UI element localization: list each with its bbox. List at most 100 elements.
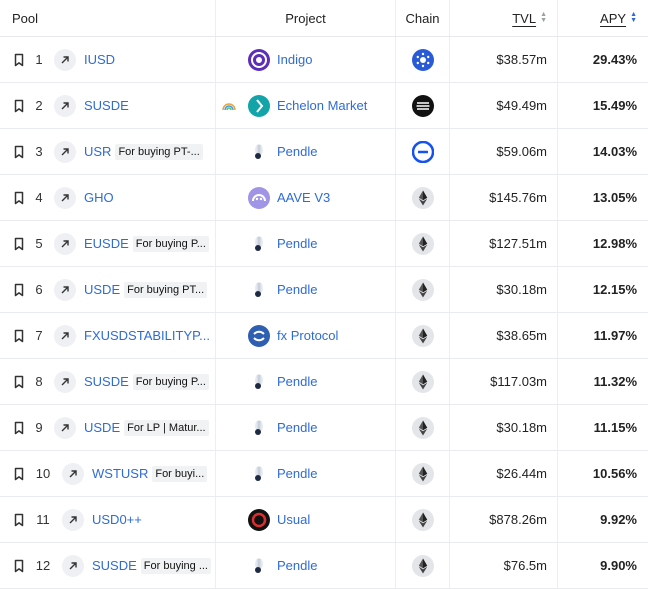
- external-arrow-icon[interactable]: [54, 416, 76, 439]
- sort-arrows-icon[interactable]: ▲ ▼: [540, 11, 547, 24]
- apy-value: 9.90%: [600, 558, 637, 573]
- chain-cell: [396, 451, 450, 496]
- project-link[interactable]: fx Protocol: [277, 328, 338, 343]
- bookmark-icon[interactable]: [12, 145, 26, 159]
- pool-column-header: Pool: [0, 0, 216, 36]
- apy-column-header[interactable]: APY ▲ ▼: [558, 0, 648, 36]
- pool-cell: 4 GHO: [0, 175, 216, 220]
- tvl-value: $117.03m: [450, 359, 558, 404]
- rank-number: 12: [35, 558, 51, 573]
- bookmark-icon[interactable]: [12, 237, 26, 251]
- pool-tag: For buying PT...: [124, 281, 208, 298]
- project-cell: fx Protocol: [216, 313, 396, 358]
- external-arrow-icon[interactable]: [54, 94, 76, 117]
- external-arrow-icon[interactable]: [54, 278, 76, 301]
- apy-value: 11.15%: [593, 420, 637, 435]
- external-arrow-icon[interactable]: [54, 140, 76, 163]
- external-arrow-icon[interactable]: [62, 462, 84, 485]
- project-cell: Pendle: [216, 221, 396, 266]
- pool-tag: For buying ...: [140, 557, 211, 574]
- pool-cell: 11 USD0++: [0, 497, 216, 542]
- bookmark-icon[interactable]: [12, 191, 26, 205]
- rank-number: 5: [35, 236, 43, 251]
- project-link[interactable]: Usual: [277, 512, 310, 527]
- bookmark-icon[interactable]: [12, 421, 26, 435]
- indigo-logo-icon: [248, 48, 270, 71]
- table-row: 6 USDE For buying PT... Pendle $30.18m 1…: [0, 267, 648, 313]
- project-link[interactable]: Pendle: [277, 558, 317, 573]
- rank-number: 6: [35, 282, 43, 297]
- pool-cell: 2 SUSDE: [0, 83, 216, 128]
- pool-cell: 1 IUSD: [0, 37, 216, 82]
- project-link[interactable]: Pendle: [277, 282, 317, 297]
- external-arrow-icon[interactable]: [54, 232, 76, 255]
- project-link[interactable]: AAVE V3: [277, 190, 330, 205]
- project-link[interactable]: Pendle: [277, 144, 317, 159]
- apy-value: 15.49%: [592, 98, 637, 113]
- pendle-logo-icon: [248, 463, 270, 485]
- echelon-logo-icon: [248, 94, 270, 117]
- project-cell: Pendle: [216, 129, 396, 174]
- pool-link[interactable]: FXUSDSTABILITYP...: [84, 328, 210, 343]
- bookmark-icon[interactable]: [12, 559, 26, 573]
- pool-link[interactable]: USR: [84, 144, 111, 159]
- project-link[interactable]: Pendle: [277, 374, 317, 389]
- bookmark-icon[interactable]: [12, 53, 26, 67]
- table-row: 7 FXUSDSTABILITYP... fx Protocol $38.65m…: [0, 313, 648, 359]
- apy-value: 13.05%: [592, 190, 637, 205]
- apy-value: 11.32%: [593, 374, 637, 389]
- external-arrow-icon[interactable]: [54, 370, 76, 393]
- project-link[interactable]: Pendle: [277, 466, 317, 481]
- project-cell: Pendle: [216, 267, 396, 312]
- project-link[interactable]: Pendle: [277, 236, 317, 251]
- bookmark-icon[interactable]: [12, 375, 26, 389]
- bookmark-icon[interactable]: [12, 467, 26, 481]
- bookmark-icon[interactable]: [12, 329, 26, 343]
- ethereum-icon: [411, 508, 434, 531]
- pool-link[interactable]: SUSDE: [84, 98, 129, 113]
- pool-link[interactable]: EUSDE: [84, 236, 129, 251]
- apy-sort-label[interactable]: APY: [600, 11, 626, 26]
- pool-link[interactable]: IUSD: [84, 52, 115, 67]
- external-arrow-icon[interactable]: [62, 508, 84, 531]
- pool-link[interactable]: USDE: [84, 420, 120, 435]
- tvl-value: $30.18m: [450, 267, 558, 312]
- base-icon: [411, 140, 434, 163]
- aptos-icon: [411, 94, 434, 117]
- external-arrow-icon[interactable]: [54, 48, 76, 71]
- pool-link[interactable]: USD0++: [92, 512, 142, 527]
- project-link[interactable]: Echelon Market: [277, 98, 367, 113]
- pool-link[interactable]: GHO: [84, 190, 114, 205]
- pool-cell: 12 SUSDE For buying ...: [0, 543, 216, 588]
- bookmark-icon[interactable]: [12, 283, 26, 297]
- table-row: 8 SUSDE For buying P... Pendle $117.03m …: [0, 359, 648, 405]
- tvl-value: $59.06m: [450, 129, 558, 174]
- table-row: 1 IUSD Indigo $38.57m 29.43%: [0, 37, 648, 83]
- external-arrow-icon[interactable]: [54, 324, 76, 347]
- pool-link[interactable]: SUSDE: [92, 558, 137, 573]
- tvl-value: $76.5m: [450, 543, 558, 588]
- pool-link[interactable]: WSTUSR: [92, 466, 148, 481]
- pendle-logo-icon: [248, 233, 270, 255]
- chain-cell: [396, 543, 450, 588]
- tvl-column-header[interactable]: TVL ▲ ▼: [450, 0, 558, 36]
- ethereum-icon: [411, 554, 434, 577]
- tvl-value: $38.65m: [450, 313, 558, 358]
- external-arrow-icon[interactable]: [54, 186, 76, 209]
- yield-pools-table: Pool Project Chain TVL ▲ ▼ APY ▲ ▼ 1 IUSD …: [0, 0, 648, 589]
- tvl-value: $127.51m: [450, 221, 558, 266]
- project-cell: Indigo: [216, 37, 396, 82]
- bookmark-icon[interactable]: [12, 513, 26, 527]
- bookmark-icon[interactable]: [12, 99, 26, 113]
- rank-number: 4: [35, 190, 43, 205]
- pool-link[interactable]: SUSDE: [84, 374, 129, 389]
- sort-arrows-icon[interactable]: ▲ ▼: [630, 11, 637, 24]
- project-link[interactable]: Pendle: [277, 420, 317, 435]
- tvl-sort-label[interactable]: TVL: [512, 11, 536, 26]
- external-arrow-icon[interactable]: [62, 554, 84, 577]
- pool-link[interactable]: USDE: [84, 282, 120, 297]
- ethereum-icon: [411, 186, 434, 209]
- chain-cell: [396, 175, 450, 220]
- table-row: 4 GHO AAVE V3 $145.76m 13.05%: [0, 175, 648, 221]
- project-link[interactable]: Indigo: [277, 52, 312, 67]
